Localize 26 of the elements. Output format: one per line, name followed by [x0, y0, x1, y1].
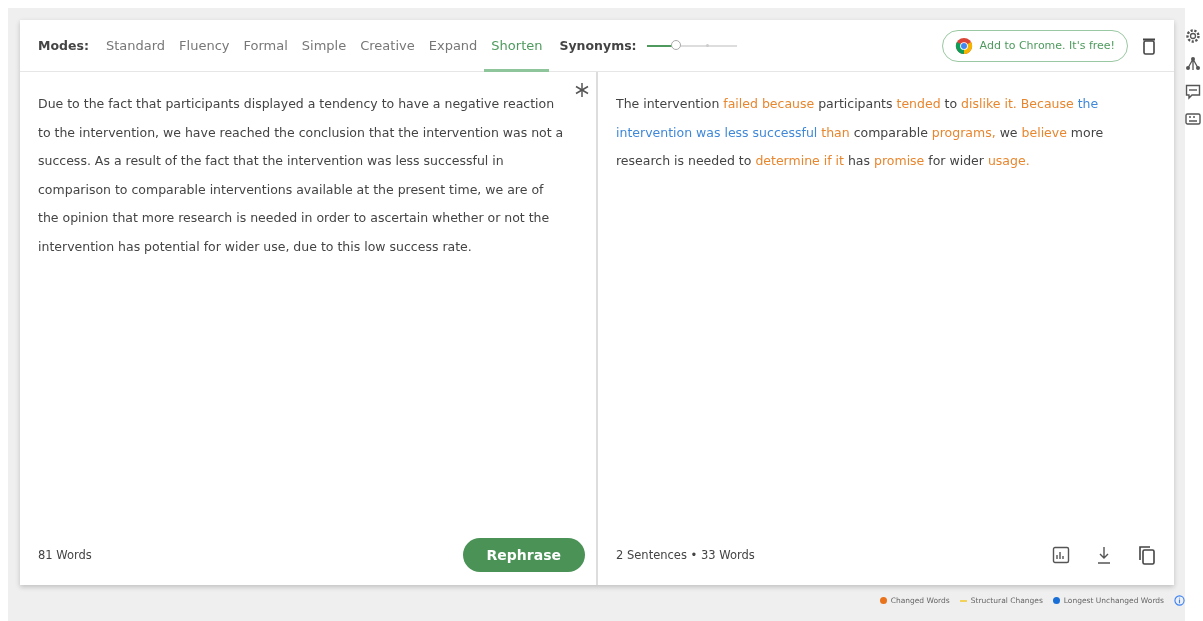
mode-tab[interactable]: Expand: [421, 19, 485, 72]
chart-icon[interactable]: [1052, 546, 1070, 564]
synonyms-label: Synonyms:: [559, 38, 637, 53]
mode-tab[interactable]: Formal: [236, 19, 295, 72]
info-icon[interactable]: [1174, 595, 1185, 606]
comment-icon[interactable]: [1185, 84, 1201, 100]
modes-label: Modes:: [38, 38, 89, 53]
trash-icon[interactable]: [1142, 36, 1156, 55]
add-to-chrome-button[interactable]: Add to Chrome. It's free!: [941, 29, 1128, 62]
input-text[interactable]: Due to the fact that participants displayed a tendency to have a negative reaction to the intervention, we have reached the conclusion that the intervention was not a success. As a result of the fact that the intervention was less successful in comparison to comparable interventions available at the present time, we are of the opinion that more research is needed in order to ascertain whether or not the intervention has potential for wider use, due to this low success rate.: [38, 90, 578, 533]
snowflake-icon[interactable]: [574, 82, 590, 98]
mode-tab[interactable]: Creative: [353, 19, 422, 72]
mode-tab[interactable]: Simple: [294, 19, 354, 72]
output-text: The intervention failed because participants tended to dislike it. Because the intervention was less successful than comparable programs, we believe more research is needed to determine if it has promise for wider usage.: [616, 95, 1105, 170]
settings-icon[interactable]: [1185, 28, 1201, 44]
output-stats: 2 Sentences • 33 Words: [616, 548, 755, 562]
mode-tab[interactable]: Shorten: [484, 19, 550, 72]
network-icon[interactable]: [1185, 56, 1201, 72]
mode-tab[interactable]: Fluency: [172, 19, 237, 72]
rephrase-button[interactable]: Rephrase: [462, 538, 585, 572]
word-count: 81 Words: [38, 548, 92, 562]
download-icon[interactable]: [1096, 545, 1112, 565]
copy-icon[interactable]: [1138, 545, 1156, 565]
mode-tab[interactable]: Standard: [98, 19, 173, 72]
keyboard-icon[interactable]: [1185, 112, 1201, 126]
chrome-icon: [954, 36, 973, 55]
